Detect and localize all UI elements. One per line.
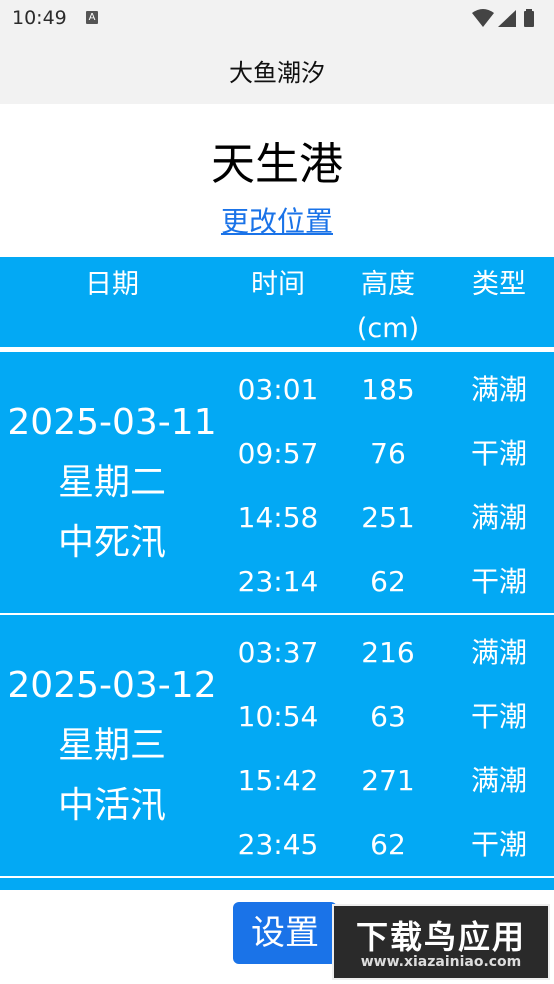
tide-row: 23:14 62 干潮: [224, 550, 554, 614]
tide-time: 03:37: [237, 636, 319, 669]
day-block: 2025-03-12 星期三 中活汛 03:37 216 满潮 10:54 63…: [0, 615, 554, 876]
tide-row: 03:37 216 满潮: [224, 621, 554, 685]
day-tide-phase: 中死汛: [57, 521, 166, 563]
tide-type: 满潮: [470, 764, 527, 797]
tide-row: 03:01 185 满潮: [224, 358, 554, 422]
tide-type: 满潮: [470, 636, 527, 669]
tide-height: 216: [361, 636, 415, 669]
tide-type: 干潮: [470, 565, 527, 598]
tide-height: 76: [370, 437, 406, 470]
tide-time: 03:01: [237, 373, 319, 406]
table-header: 日期 时间 高度 (cm) 类型: [0, 257, 554, 347]
tide-type: 干潮: [470, 828, 527, 861]
tide-time: 09:57: [237, 437, 319, 470]
tide-type: 干潮: [470, 437, 527, 470]
tide-height: 271: [361, 764, 415, 797]
port-title: 天生港: [211, 139, 343, 190]
header-type: 类型: [472, 269, 526, 300]
tide-time: 15:42: [237, 764, 319, 797]
day-block: 2025-03-11 星期二 中死汛 03:01 185 满潮 09:57 76…: [0, 352, 554, 613]
day-info: 2025-03-12 星期三 中活汛: [0, 615, 224, 876]
tide-row: 09:57 76 干潮: [224, 422, 554, 486]
app-bar: 大鱼潮汐: [0, 36, 554, 104]
day-info: 2025-03-11 星期二 中死汛: [0, 352, 224, 613]
header-time: 时间: [251, 269, 305, 300]
tide-row: 23:45 62 干潮: [224, 813, 554, 877]
tide-height: 62: [370, 565, 406, 598]
tide-type: 满潮: [470, 501, 527, 534]
settings-button[interactable]: 设置: [233, 902, 337, 964]
wifi-icon: [472, 9, 494, 27]
day-weekday: 星期三: [57, 724, 166, 766]
tide-time: 23:14: [237, 565, 319, 598]
change-location-link[interactable]: 更改位置: [0, 200, 554, 240]
tide-height: 251: [361, 501, 415, 534]
tide-time: 14:58: [237, 501, 319, 534]
day-date: 2025-03-11: [7, 401, 217, 443]
battery-icon: [524, 11, 534, 27]
signal-icon: [498, 10, 516, 27]
day-weekday: 星期二: [57, 461, 166, 503]
day-date: 2025-03-12: [7, 664, 217, 706]
tide-type: 干潮: [470, 700, 527, 733]
tide-row: 10:54 63 干潮: [224, 685, 554, 749]
watermark-url: www.xiazainiao.com: [360, 954, 522, 970]
tide-time: 23:45: [237, 828, 319, 861]
tide-height: 63: [370, 700, 406, 733]
tide-height: 62: [370, 828, 406, 861]
tide-type: 满潮: [470, 373, 527, 406]
status-time: 10:49: [12, 7, 67, 29]
status-bar: 10:49 A: [0, 0, 554, 36]
tide-row: 14:58 251 满潮: [224, 486, 554, 550]
watermark-text: 下载鸟应用: [355, 918, 526, 956]
tide-height: 185: [361, 373, 415, 406]
day-tide-phase: 中活汛: [57, 784, 166, 826]
tide-row: 15:42 271 满潮: [224, 749, 554, 813]
notification-icon: A: [86, 11, 98, 24]
tide-time: 10:54: [237, 700, 319, 733]
header-date: 日期: [85, 269, 139, 300]
status-icons: [472, 9, 534, 27]
header-height: 高度 (cm): [356, 269, 420, 344]
day-block-partial: [0, 878, 554, 890]
watermark-logo: 下载鸟应用 www.xiazainiao.com: [332, 904, 550, 980]
app-title: 大鱼潮汐: [229, 58, 325, 87]
